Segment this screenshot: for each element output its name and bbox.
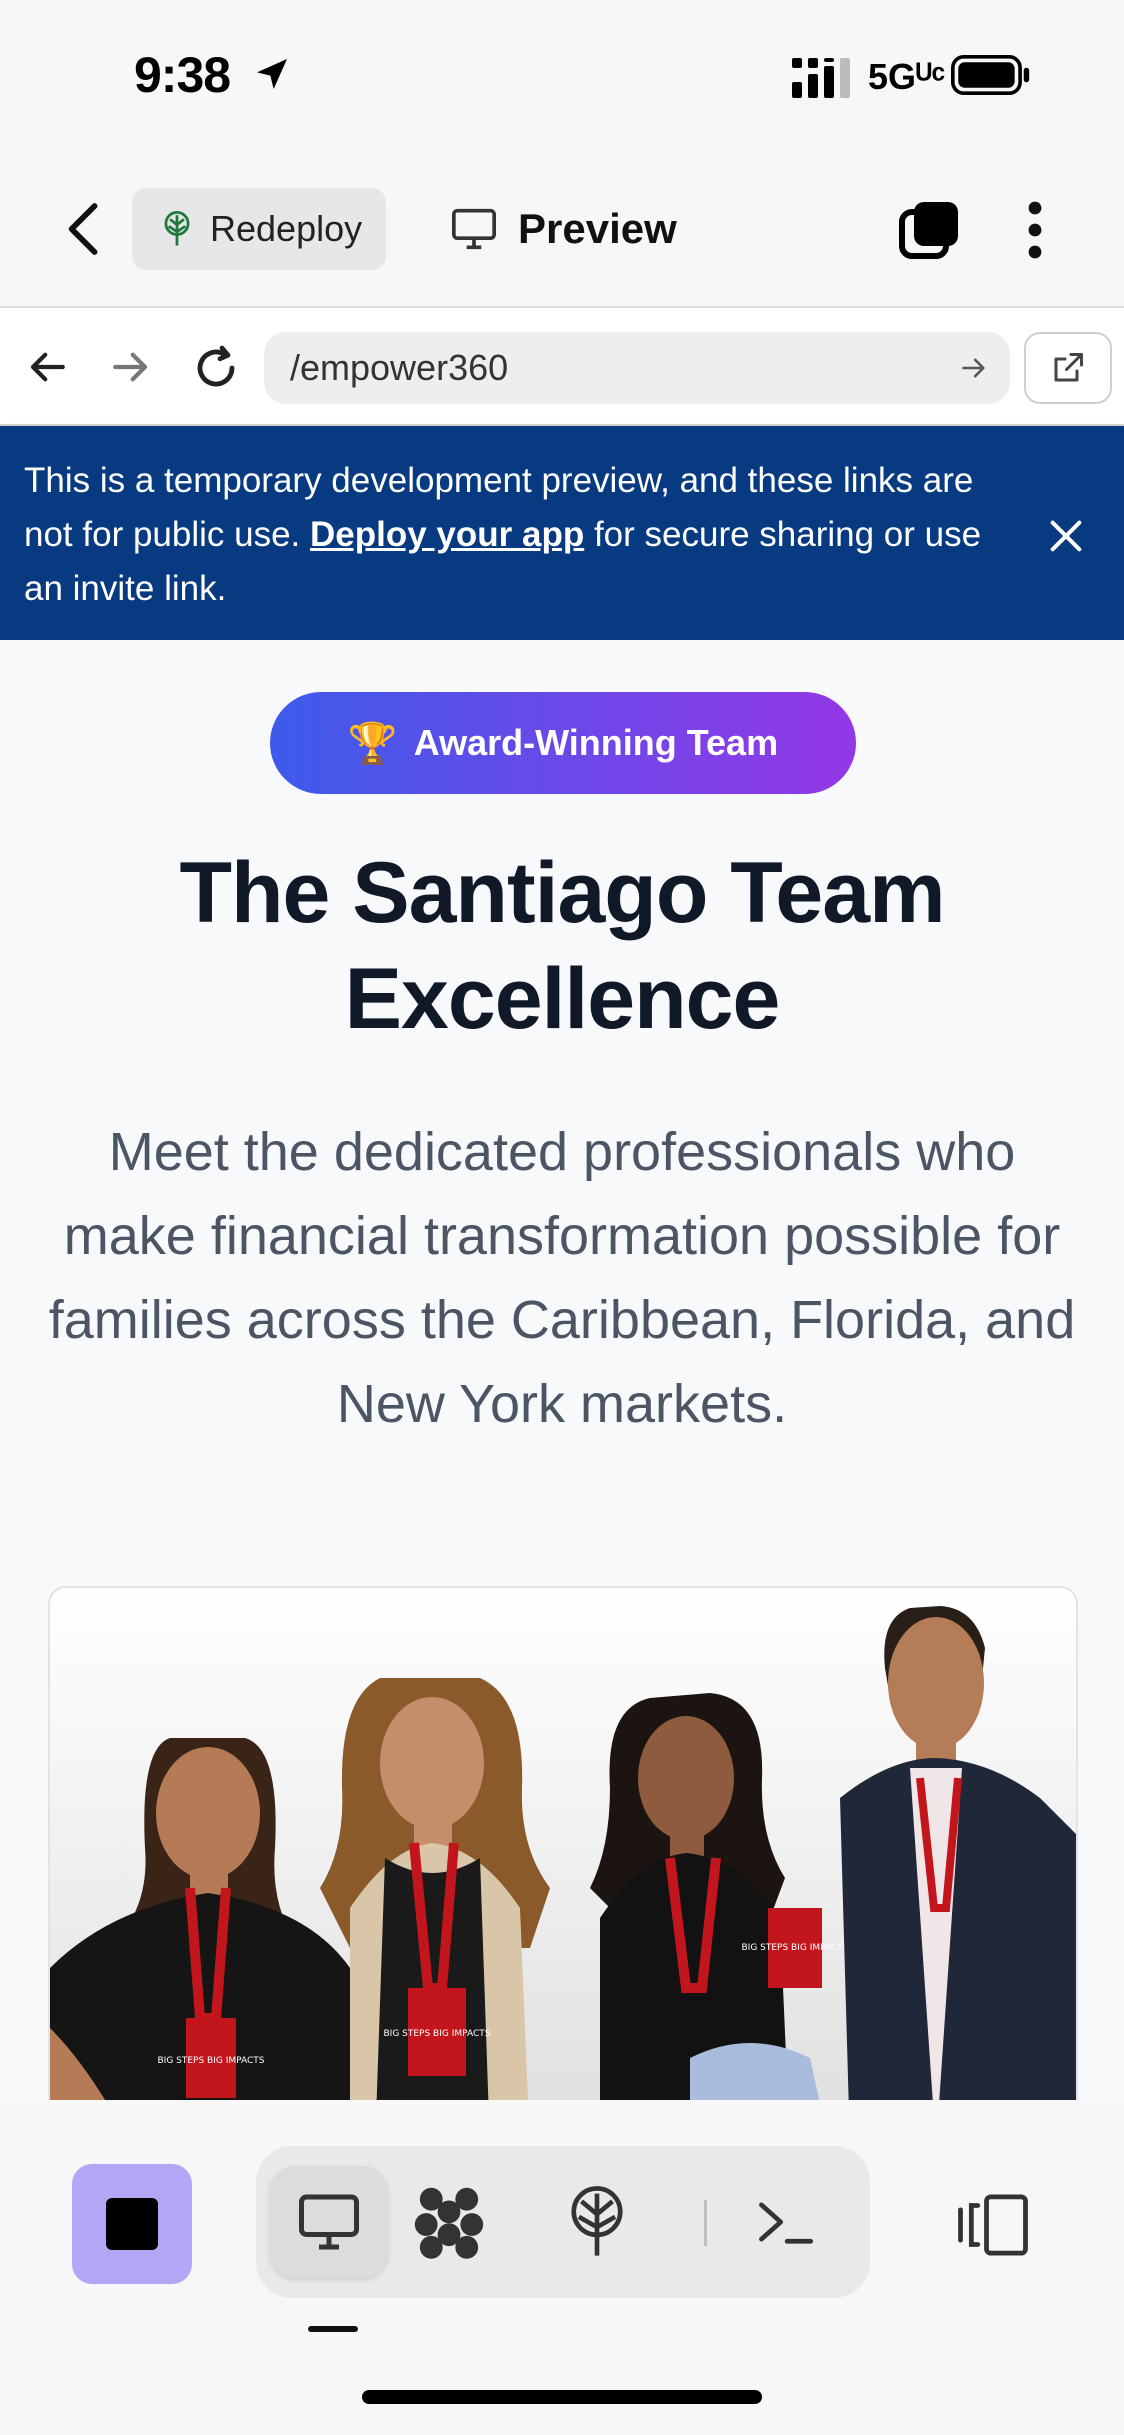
go-arrow-icon[interactable]	[960, 354, 988, 382]
reload-icon[interactable]	[192, 344, 240, 392]
url-bar: /empower360	[0, 308, 1124, 426]
page-subtitle: Meet the dedicated professionals who mak…	[48, 1122, 1076, 1434]
close-icon[interactable]	[1046, 516, 1086, 556]
tabs-icon[interactable]	[898, 198, 962, 262]
preview-label: Preview	[518, 205, 677, 252]
stop-icon	[106, 2198, 158, 2250]
banner-message: This is a temporary development preview,…	[24, 454, 1014, 616]
open-external-button[interactable]	[1024, 332, 1112, 404]
team-member-4	[840, 1606, 1076, 2100]
url-input[interactable]: /empower360	[264, 332, 1010, 404]
redeploy-button[interactable]: Redeploy	[132, 188, 386, 270]
view-switcher	[256, 2146, 870, 2298]
lanyard-text-2: BIG STEPS BIG IMPACTS	[384, 2029, 491, 2039]
page-title: The Santiago Team Excellence	[179, 845, 945, 1047]
terminal-icon	[759, 2202, 814, 2244]
app-screen: 9:38 5Gᵁᶜ Redeploy Preview /empower360 T…	[0, 0, 1124, 2435]
team-member-3: BIG STEPS BIG IMPACTS	[590, 1693, 849, 2100]
team-member-1: BIG STEPS BIG IMPACTS	[50, 1738, 358, 2100]
arrow-left-icon[interactable]	[26, 346, 68, 388]
network-label: 5Gᵁᶜ	[868, 56, 946, 97]
team-member-2: BIG STEPS BIG IMPACTS	[320, 1678, 550, 2100]
deploy-icon	[571, 2186, 623, 2256]
lanyard-text-3: BIG STEPS BIG IMPACTS	[742, 1943, 849, 1953]
award-badge-label: Award-Winning Team	[413, 722, 779, 763]
preview-tab[interactable]: Preview	[450, 188, 677, 270]
home-indicator	[362, 2390, 762, 2404]
award-badge: 🏆 Award-Winning Team	[270, 692, 856, 794]
redeploy-label: Redeploy	[210, 208, 363, 249]
location-arrow-icon	[257, 59, 287, 89]
terminal-view-button[interactable]	[726, 2166, 844, 2278]
lanyard-text-1: BIG STEPS BIG IMPACTS	[158, 2056, 265, 2066]
kebab-menu-icon[interactable]	[1020, 200, 1050, 260]
trophy-icon: 🏆	[347, 720, 398, 767]
external-link-icon	[1054, 353, 1083, 382]
desktop-icon	[299, 2194, 359, 2250]
stop-button[interactable]	[72, 2164, 192, 2284]
monitor-icon	[452, 208, 496, 250]
status-bar: 9:38 5Gᵁᶜ	[0, 0, 1124, 150]
chevron-left-icon[interactable]	[62, 200, 108, 258]
signal-icon	[792, 58, 850, 98]
dev-preview-banner: This is a temporary development preview,…	[0, 426, 1124, 640]
app-toolbar: Redeploy Preview	[0, 150, 1124, 308]
bottom-bar	[0, 2100, 1124, 2435]
deploy-app-link[interactable]: Deploy your app	[310, 515, 584, 554]
desktop-view-button[interactable]	[270, 2166, 388, 2278]
panel-icon[interactable]	[954, 2192, 1032, 2258]
url-text: /empower360	[290, 347, 509, 388]
team-photo: BIG STEPS BIG IMPACTS BIG STEPS BIG IMPA…	[48, 1586, 1078, 2100]
battery-icon	[951, 55, 1030, 95]
deploy-tree-icon	[164, 211, 190, 246]
agent-view-button[interactable]	[390, 2166, 508, 2278]
status-time: 9:38	[134, 47, 231, 103]
active-tab-indicator	[308, 2326, 358, 2332]
team-photo-illustration: BIG STEPS BIG IMPACTS BIG STEPS BIG IMPA…	[50, 1606, 1076, 2100]
page-content: 🏆 Award-Winning Team The Santiago Team E…	[0, 640, 1124, 2100]
deploy-view-button[interactable]	[538, 2166, 656, 2278]
arrow-right-icon[interactable]	[110, 346, 152, 388]
agent-icon	[414, 2187, 484, 2259]
segment-divider	[704, 2200, 707, 2246]
